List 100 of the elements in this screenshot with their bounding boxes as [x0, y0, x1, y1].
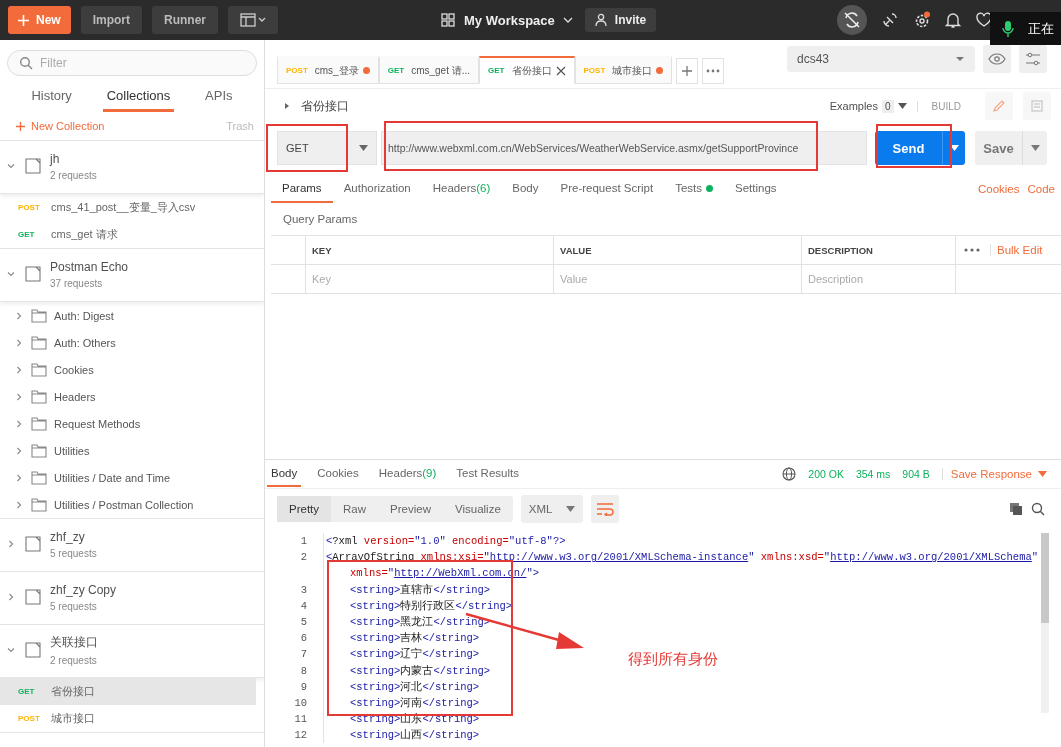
- unsaved-dot-icon: [656, 67, 664, 74]
- collection-item[interactable]: zhf_zy Copy 5 requests: [0, 572, 264, 625]
- view-mode-tab[interactable]: Visualize: [442, 496, 513, 522]
- request-option-tab[interactable]: Params: [271, 175, 333, 203]
- collection-item[interactable]: jh 2 requests: [0, 141, 264, 194]
- param-input-field[interactable]: Value: [554, 265, 802, 293]
- view-mode-tab[interactable]: Pretty: [277, 496, 332, 522]
- folder-item[interactable]: Utilities: [0, 437, 264, 464]
- folder-icon: [30, 361, 48, 378]
- param-input-field[interactable]: Key: [306, 265, 554, 293]
- more-icon[interactable]: [964, 248, 980, 252]
- notification-bell-icon[interactable]: [945, 11, 961, 29]
- response-size-text: 904 B: [902, 468, 930, 480]
- request-tab[interactable]: GET 省份接口: [479, 56, 575, 84]
- collection-item[interactable]: zhf_zy 5 requests: [0, 519, 264, 572]
- request-item[interactable]: GET 省份接口: [0, 678, 256, 705]
- code-line: <string>辽宁</string>: [349, 647, 480, 662]
- request-option-tab[interactable]: Authorization: [332, 175, 422, 203]
- folder-item[interactable]: Cookies: [0, 356, 264, 383]
- save-button[interactable]: Save: [975, 131, 1047, 165]
- format-select[interactable]: XML: [520, 495, 583, 523]
- request-option-tab[interactable]: Tests: [664, 175, 725, 203]
- voice-status-text: 正在: [1028, 19, 1054, 38]
- response-tab[interactable]: Cookies: [313, 461, 363, 487]
- code-line: <string>内蒙古</string>: [349, 663, 491, 678]
- status-text: 200 OK: [808, 468, 844, 480]
- response-tab[interactable]: Test Results: [452, 461, 523, 487]
- globe-icon[interactable]: [782, 467, 797, 481]
- microphone-icon: [1002, 19, 1014, 38]
- request-option-tab[interactable]: Headers(6): [421, 175, 502, 203]
- invite-button[interactable]: Invite: [584, 8, 657, 32]
- send-button[interactable]: Send: [875, 131, 965, 165]
- add-tab-button[interactable]: [676, 58, 699, 84]
- response-tab[interactable]: Body: [267, 461, 302, 487]
- build-label: BUILD: [916, 100, 961, 112]
- unsaved-dot-icon: [362, 67, 370, 74]
- request-item[interactable]: POST cms_41_post__变量_导入csv: [0, 194, 256, 221]
- folder-item[interactable]: Utilities / Date and Time: [0, 464, 264, 491]
- request-tab[interactable]: POST 城市接口: [574, 56, 673, 84]
- eye-button[interactable]: [983, 45, 1011, 73]
- sidebar-tab[interactable]: Collections: [102, 82, 175, 112]
- caret-icon[interactable]: [1030, 145, 1040, 151]
- code-line: <ArrayOfString xmlns:xsi="http://www.w3.org/2001/XMLSchema-instance" xmlns:xsd="http://www.w3.org/2001/XMLSchema": [326, 551, 1039, 564]
- code-line: <string>河南</string>: [349, 695, 480, 710]
- method-select[interactable]: GET: [277, 131, 377, 165]
- request-item[interactable]: GET cms_get 请求: [0, 221, 256, 248]
- caret-icon: [359, 145, 368, 151]
- scrollbar[interactable]: [1041, 533, 1049, 713]
- expand-triangle-icon[interactable]: [283, 102, 291, 110]
- column-header: KEY: [306, 236, 554, 264]
- folder-item[interactable]: Auth: Others: [0, 329, 264, 356]
- view-mode-tab[interactable]: Raw: [331, 496, 379, 522]
- settings-icon[interactable]: [913, 11, 931, 29]
- filter-field[interactable]: Filter: [7, 50, 257, 76]
- runner-button[interactable]: Runner: [152, 6, 219, 34]
- settings-sliders-button[interactable]: [1019, 45, 1047, 73]
- plus-icon: [18, 14, 29, 26]
- caret-icon: [897, 103, 907, 109]
- response-tab[interactable]: Headers(9): [374, 461, 441, 487]
- code-line: <string>山西</string>: [349, 728, 480, 743]
- folder-item[interactable]: Auth: Digest: [0, 302, 264, 329]
- collection-item[interactable]: Postman Echo 37 requests: [0, 249, 264, 302]
- line-number: 5: [299, 616, 307, 629]
- url-field[interactable]: http://www.webxml.com.cn/WebServices/WeatherWebService.asmx/getSupportProvince: [381, 131, 867, 165]
- request-item[interactable]: POST 城市接口: [0, 705, 256, 732]
- caret-icon: [955, 56, 965, 62]
- copy-icon[interactable]: [1009, 502, 1023, 516]
- line-number: 3: [299, 583, 307, 596]
- heart-icon[interactable]: [975, 12, 993, 28]
- plus-icon: [681, 65, 694, 77]
- request-option-tab[interactable]: Settings: [724, 175, 788, 203]
- view-mode-tab[interactable]: Preview: [378, 496, 443, 522]
- sidebar-tab[interactable]: APIs: [201, 82, 237, 112]
- search-icon[interactable]: [1031, 502, 1045, 516]
- environment-select[interactable]: dcs43: [787, 46, 975, 72]
- sync-off-icon[interactable]: [837, 5, 867, 35]
- folder-item[interactable]: Headers: [0, 383, 264, 410]
- sidebar-tab[interactable]: History: [27, 82, 76, 112]
- import-button[interactable]: Import: [80, 6, 143, 34]
- close-icon[interactable]: [555, 65, 566, 76]
- code-line: <?xml version="1.0" encoding="utf-8"?>: [326, 535, 566, 548]
- layout-button[interactable]: [228, 6, 279, 34]
- folder-item[interactable]: Request Methods: [0, 410, 264, 437]
- folder-icon: [30, 496, 48, 513]
- request-tab[interactable]: POST cms_登录: [277, 56, 379, 84]
- folder-icon: [30, 442, 48, 459]
- satellite-icon[interactable]: [881, 11, 899, 29]
- param-input-field[interactable]: Description: [802, 265, 956, 293]
- sliders-icon: [1025, 52, 1041, 66]
- caret-icon[interactable]: [949, 145, 959, 151]
- request-option-tab[interactable]: Body: [501, 175, 550, 203]
- wrap-lines-icon: [595, 502, 614, 516]
- request-option-tab[interactable]: Pre-request Script: [549, 175, 665, 203]
- folder-item[interactable]: Utilities / Postman Collection: [0, 491, 264, 518]
- workspace-switcher[interactable]: My Workspace: [440, 6, 573, 34]
- folder-icon: [30, 388, 48, 405]
- examples-dropdown[interactable]: Examples 0: [829, 99, 907, 113]
- folder-icon: [30, 307, 48, 324]
- caret-icon: [565, 506, 575, 512]
- request-tab[interactable]: GET cms_get 请...: [378, 56, 480, 84]
